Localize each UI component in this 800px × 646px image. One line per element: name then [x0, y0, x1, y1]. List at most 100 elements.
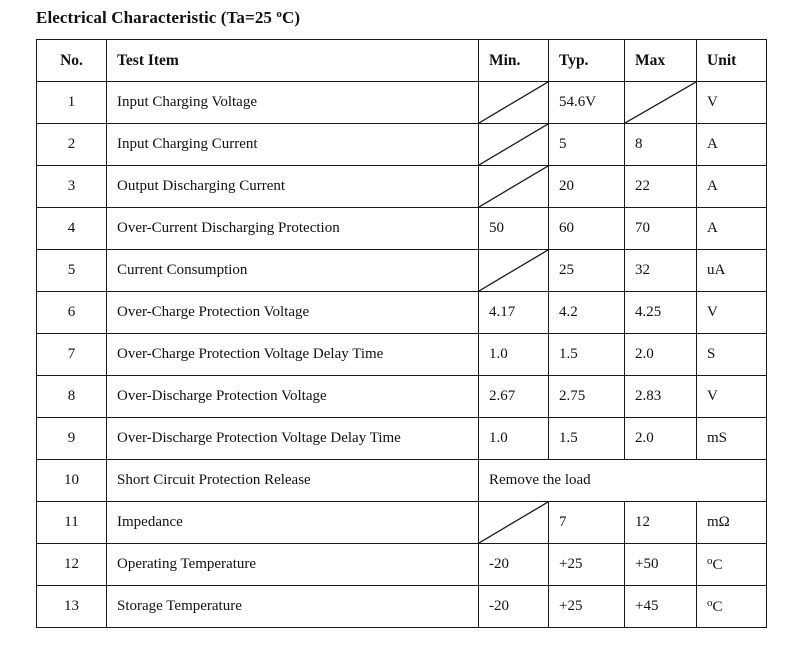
cell-test-item: Input Charging Voltage: [106, 81, 479, 124]
cell-no: 11: [36, 501, 107, 544]
cell-test-item: Over-Current Discharging Protection: [106, 207, 479, 250]
cell-unit: oC: [696, 543, 767, 586]
table-row: 3 Output Discharging Current 20 22 A: [36, 165, 767, 208]
cell-test-item: Over-Discharge Protection Voltage Delay …: [106, 417, 479, 460]
cell-max: 12: [624, 501, 697, 544]
table-row: 12 Operating Temperature -20 +25 +50 oC: [36, 543, 767, 586]
table-header-row: No. Test Item Min. Typ. Max Unit: [36, 39, 767, 82]
cell-min-not-applicable: [478, 123, 549, 166]
page-title-prefix: Electrical Characteristic (Ta=25: [36, 8, 277, 27]
cell-min-not-applicable: [478, 501, 549, 544]
cell-test-item: Operating Temperature: [106, 543, 479, 586]
cell-no: 6: [36, 291, 107, 334]
cell-test-item: Input Charging Current: [106, 123, 479, 166]
cell-max: +45: [624, 585, 697, 628]
table-row: 7 Over-Charge Protection Voltage Delay Ti…: [36, 333, 767, 376]
cell-typ: 25: [548, 249, 625, 292]
cell-no: 5: [36, 249, 107, 292]
cell-typ: 1.5: [548, 333, 625, 376]
cell-unit: mS: [696, 417, 767, 460]
cell-min-not-applicable: [478, 81, 549, 124]
cell-min: 2.67: [478, 375, 549, 418]
cell-typ: 60: [548, 207, 625, 250]
column-header-no: No.: [36, 39, 107, 82]
cell-max-not-applicable: [624, 81, 697, 124]
cell-max: 22: [624, 165, 697, 208]
cell-no: 12: [36, 543, 107, 586]
table-row: 4 Over-Current Discharging Protection 50 60…: [36, 207, 767, 250]
table-body: 1 Input Charging Voltage 54.6V V 2 Input Char…: [36, 81, 767, 628]
table-row: 13 Storage Temperature -20 +25 +45 oC: [36, 585, 767, 628]
cell-max: 32: [624, 249, 697, 292]
cell-min: -20: [478, 543, 549, 586]
column-header-typ: Typ.: [548, 39, 625, 82]
cell-test-item: Over-Charge Protection Voltage: [106, 291, 479, 334]
table-row: 2 Input Charging Current 5 8 A: [36, 123, 767, 166]
cell-min-not-applicable: [478, 165, 549, 208]
cell-no: 10: [36, 459, 107, 502]
column-header-min: Min.: [478, 39, 549, 82]
cell-typ: 7: [548, 501, 625, 544]
cell-no: 3: [36, 165, 107, 208]
cell-test-item: Impedance: [106, 501, 479, 544]
cell-test-item: Over-Charge Protection Voltage Delay Tim…: [106, 333, 479, 376]
cell-no: 9: [36, 417, 107, 460]
cell-unit: mΩ: [696, 501, 767, 544]
electrical-characteristic-table: No. Test Item Min. Typ. Max Unit 1 Input …: [36, 39, 767, 628]
cell-no: 4: [36, 207, 107, 250]
cell-max: 2.0: [624, 417, 697, 460]
cell-max: 2.83: [624, 375, 697, 418]
cell-unit: A: [696, 207, 767, 250]
page-title: Electrical Characteristic (Ta=25 oC): [36, 8, 300, 28]
column-header-max: Max: [624, 39, 697, 82]
table-row: 8 Over-Discharge Protection Voltage 2.67 2.…: [36, 375, 767, 418]
cell-test-item: Over-Discharge Protection Voltage: [106, 375, 479, 418]
table-header: No. Test Item Min. Typ. Max Unit: [36, 39, 767, 82]
cell-typ: 2.75: [548, 375, 625, 418]
cell-min: -20: [478, 585, 549, 628]
cell-no: 8: [36, 375, 107, 418]
cell-min-not-applicable: [478, 249, 549, 292]
cell-unit: V: [696, 291, 767, 334]
table-row: 6 Over-Charge Protection Voltage 4.17 4.2 4.…: [36, 291, 767, 334]
cell-min: 1.0: [478, 333, 549, 376]
cell-max: 4.25: [624, 291, 697, 334]
cell-unit: S: [696, 333, 767, 376]
cell-max: 8: [624, 123, 697, 166]
cell-unit: A: [696, 123, 767, 166]
cell-no: 2: [36, 123, 107, 166]
cell-typ: +25: [548, 585, 625, 628]
table-row: 10 Short Circuit Protection Release Remove…: [36, 459, 767, 502]
cell-no: 1: [36, 81, 107, 124]
table-row: 1 Input Charging Voltage 54.6V V: [36, 81, 767, 124]
cell-typ: 54.6V: [548, 81, 625, 124]
table-row: 5 Current Consumption 25 32 uA: [36, 249, 767, 292]
cell-typ: 1.5: [548, 417, 625, 460]
cell-typ: +25: [548, 543, 625, 586]
table-row: 11 Impedance 7 12 mΩ: [36, 501, 767, 544]
page-title-suffix: C): [281, 8, 301, 27]
cell-min: 4.17: [478, 291, 549, 334]
cell-no: 7: [36, 333, 107, 376]
cell-test-item: Storage Temperature: [106, 585, 479, 628]
document-page: Electrical Characteristic (Ta=25 oC) No.…: [0, 0, 800, 646]
cell-unit: V: [696, 81, 767, 124]
cell-min: 1.0: [478, 417, 549, 460]
cell-max: 70: [624, 207, 697, 250]
cell-unit: uA: [696, 249, 767, 292]
cell-merged-value: Remove the load: [478, 459, 767, 502]
column-header-test-item: Test Item: [106, 39, 479, 82]
cell-min: 50: [478, 207, 549, 250]
cell-no: 13: [36, 585, 107, 628]
cell-typ: 20: [548, 165, 625, 208]
table-row: 9 Over-Discharge Protection Voltage Delay…: [36, 417, 767, 460]
cell-max: 2.0: [624, 333, 697, 376]
cell-unit: A: [696, 165, 767, 208]
cell-max: +50: [624, 543, 697, 586]
cell-test-item: Short Circuit Protection Release: [106, 459, 479, 502]
cell-unit: oC: [696, 585, 767, 628]
column-header-unit: Unit: [696, 39, 767, 82]
cell-test-item: Current Consumption: [106, 249, 479, 292]
cell-typ: 4.2: [548, 291, 625, 334]
cell-test-item: Output Discharging Current: [106, 165, 479, 208]
